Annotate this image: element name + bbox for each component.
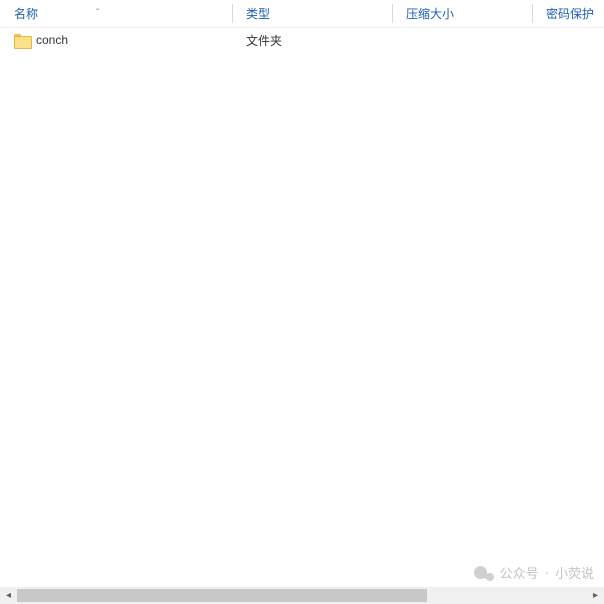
file-name: conch <box>36 33 68 47</box>
chevron-left-icon: ◂ <box>6 590 11 601</box>
watermark-name: 小荧说 <box>555 563 594 582</box>
table-row[interactable]: conch 文件夹 <box>0 28 604 52</box>
scroll-track[interactable] <box>17 587 587 604</box>
file-type: 文件夹 <box>246 32 282 49</box>
column-header-password-protected-label: 密码保护 <box>546 5 594 22</box>
horizontal-scrollbar[interactable]: ◂ ▸ <box>0 587 604 604</box>
cell-name: conch <box>0 33 232 47</box>
wechat-icon <box>474 565 494 581</box>
scroll-thumb[interactable] <box>17 589 427 602</box>
column-header-compressed-size-label: 压缩大小 <box>406 5 454 22</box>
column-header-compressed-size[interactable]: 压缩大小 <box>392 0 532 27</box>
column-header-type-label: 类型 <box>246 5 270 22</box>
sort-ascending-icon: ˆ <box>96 8 99 19</box>
scroll-left-button[interactable]: ◂ <box>0 587 17 604</box>
scroll-right-button[interactable]: ▸ <box>587 587 604 604</box>
column-header-name-label: 名称 <box>14 5 38 22</box>
chevron-right-icon: ▸ <box>593 590 598 601</box>
column-header-row: 名称 ˆ 类型 压缩大小 密码保护 <box>0 0 604 28</box>
watermark: 公众号 · 小荧说 <box>474 563 594 582</box>
column-header-name[interactable]: 名称 ˆ <box>0 0 232 27</box>
column-header-type[interactable]: 类型 <box>232 0 392 27</box>
file-list[interactable]: conch 文件夹 <box>0 28 604 587</box>
watermark-separator: · <box>545 565 549 580</box>
folder-icon <box>14 34 30 47</box>
column-header-password-protected[interactable]: 密码保护 <box>532 0 604 27</box>
watermark-prefix: 公众号 <box>500 563 539 582</box>
cell-type: 文件夹 <box>232 32 392 49</box>
